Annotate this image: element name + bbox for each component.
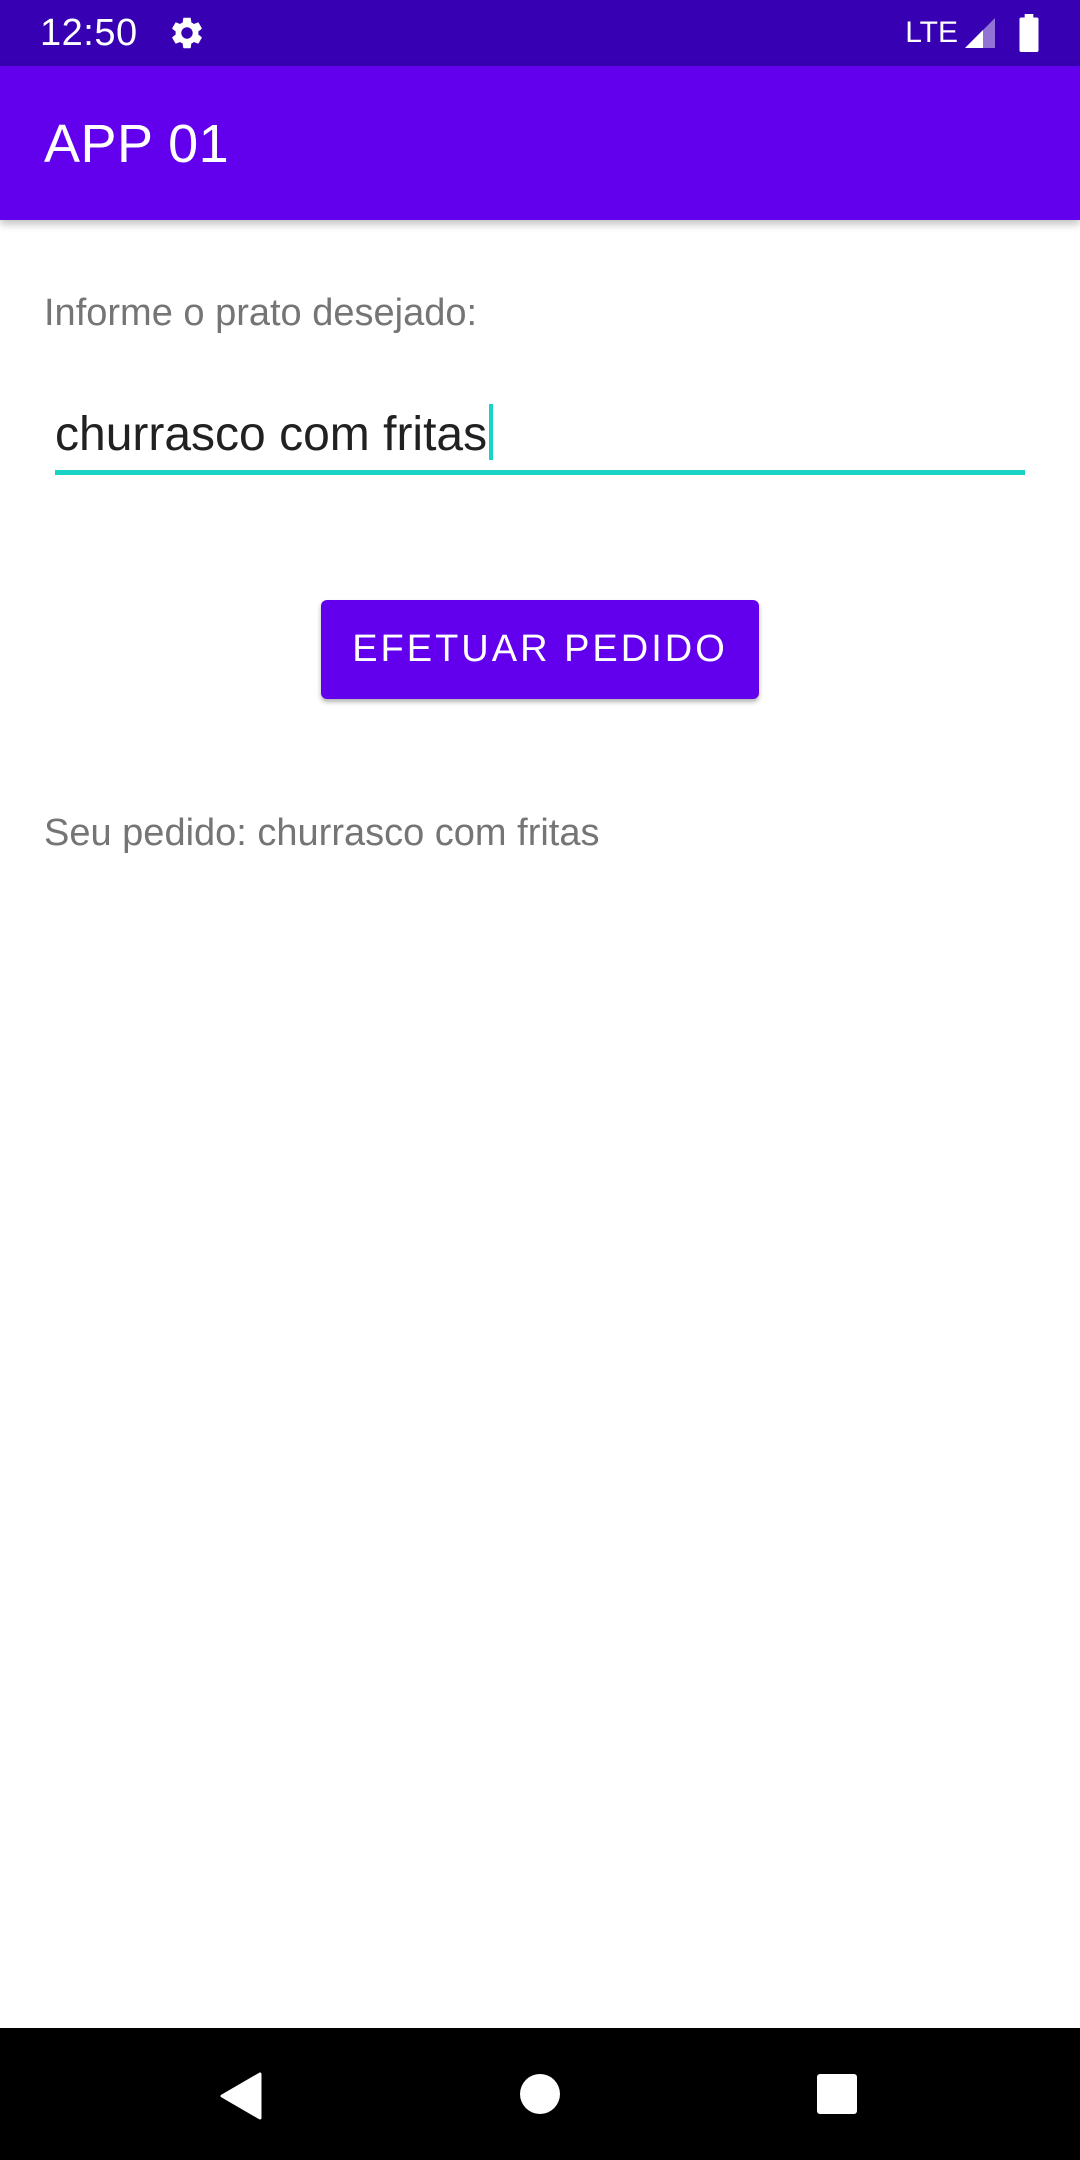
status-bar: 12:50 LTE <box>0 0 1080 66</box>
status-right: LTE <box>905 12 1040 54</box>
app-bar: APP 01 <box>0 66 1080 220</box>
home-icon[interactable] <box>520 2074 560 2114</box>
dish-prompt-label: Informe o prato desejado: <box>44 292 478 334</box>
navigation-bar <box>0 2028 1080 2160</box>
dish-input-text[interactable]: churrasco com fritas <box>55 404 494 464</box>
signal-icon <box>965 18 995 48</box>
network-label: LTE <box>905 16 958 49</box>
dish-input-value[interactable]: churrasco com fritas <box>55 408 487 461</box>
battery-icon <box>1019 14 1039 52</box>
status-time: 12:50 <box>40 12 138 54</box>
screen: 12:50 LTE APP 01 Informe o prato desejad… <box>0 0 1080 2160</box>
back-icon[interactable] <box>218 2072 262 2120</box>
dish-input[interactable]: churrasco com fritas <box>55 398 1025 476</box>
input-underline <box>55 470 1025 475</box>
recents-icon[interactable] <box>817 2074 857 2114</box>
place-order-button[interactable]: EFETUAR PEDIDO <box>321 600 759 699</box>
app-title: APP 01 <box>44 114 230 174</box>
gear-icon <box>172 17 202 49</box>
text-cursor <box>489 404 494 460</box>
order-result-text: Seu pedido: churrasco com fritas <box>44 812 600 854</box>
